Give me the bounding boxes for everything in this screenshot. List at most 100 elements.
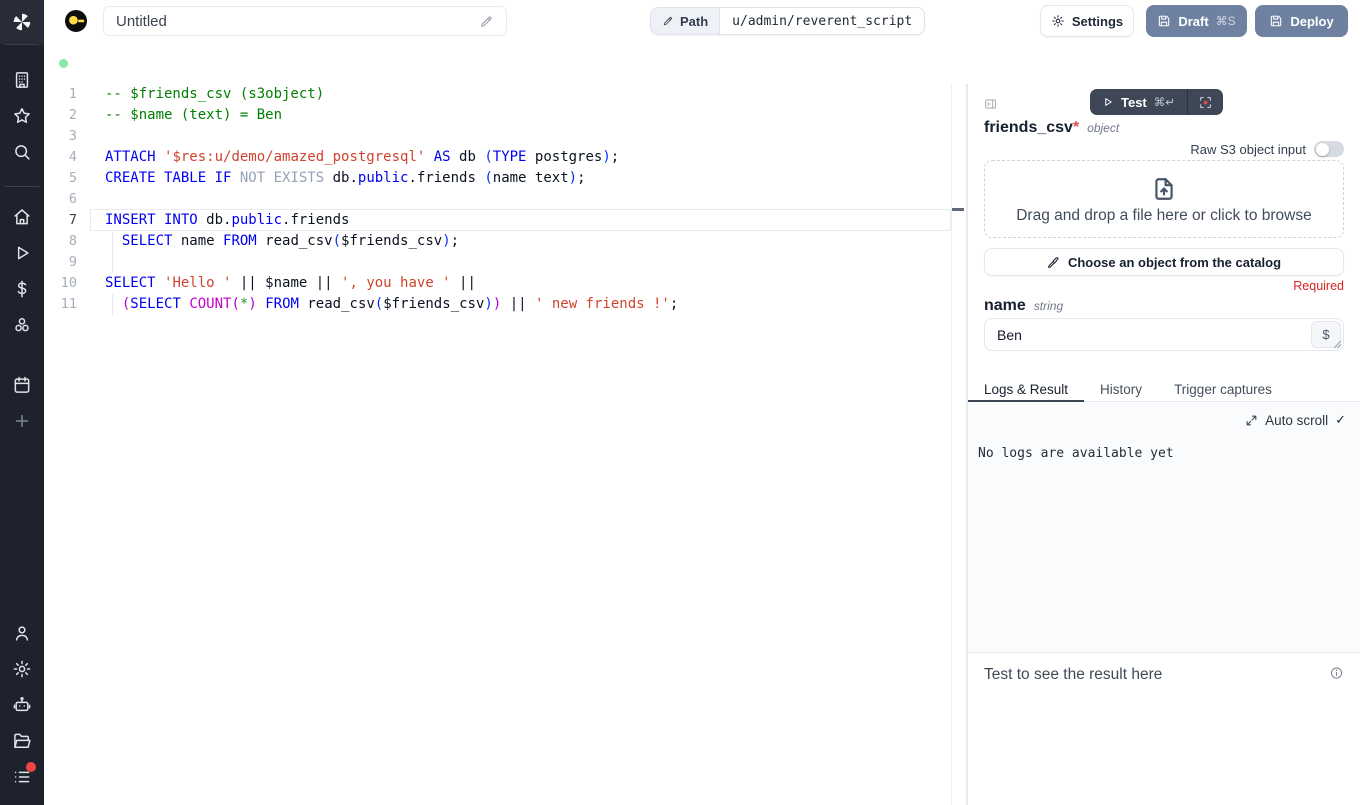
line-number: 9 — [44, 252, 90, 273]
sidebar-divider — [5, 44, 39, 45]
path-edit-button[interactable]: Path — [651, 8, 720, 34]
draft-shortcut: ⌘S — [1216, 14, 1236, 28]
expand-icon[interactable] — [1245, 414, 1258, 427]
arg-type: object — [1087, 121, 1119, 135]
notification-badge — [26, 762, 36, 772]
pencil-icon — [662, 15, 674, 27]
file-dropzone[interactable]: Drag and drop a file here or click to br… — [984, 160, 1344, 238]
overview-ruler — [951, 84, 952, 805]
path-editor[interactable]: Path u/admin/reverent_script — [650, 7, 925, 35]
duckdb-language-icon — [64, 9, 88, 33]
sidebar-item-folders--folder-icon[interactable] — [12, 731, 32, 751]
draft-button[interactable]: Draft ⌘S — [1146, 5, 1247, 37]
result-panel: Test to see the result here — [968, 652, 1360, 805]
check-icon[interactable]: ✓ — [1335, 412, 1346, 428]
arg-name: name — [984, 297, 1026, 314]
code-line-10: 10SELECT 'Hello ' || $name || ', you hav… — [44, 273, 966, 294]
arg-name-header: name string — [984, 297, 1063, 315]
topbar: Path u/admin/reverent_script Settings Dr… — [44, 0, 1360, 42]
line-number: 2 — [44, 105, 90, 126]
choose-object-button[interactable]: Choose an object from the catalog — [984, 248, 1344, 276]
sidebar-item-workspace--building-icon[interactable] — [12, 70, 32, 90]
draft-label: Draft — [1178, 14, 1208, 29]
sidebar-item-runs--play-icon[interactable] — [12, 243, 32, 263]
settings-label: Settings — [1072, 14, 1123, 29]
logs-empty-text: No logs are available yet — [978, 446, 1174, 461]
line-number: 7 — [44, 210, 90, 231]
resize-handle[interactable] — [1333, 340, 1342, 349]
code-editor[interactable]: 1-- $friends_csv (s3object)2-- $name (te… — [44, 84, 966, 805]
arg-friends-csv-header: friends_csv* object — [984, 119, 1119, 137]
save-icon — [1157, 14, 1171, 28]
settings-button[interactable]: Settings — [1040, 5, 1134, 37]
capture-run-button[interactable] — [1188, 89, 1223, 115]
status-dot — [59, 59, 68, 68]
pipette-icon — [1047, 256, 1060, 269]
script-editor-page: Path u/admin/reverent_script Settings Dr… — [0, 0, 1360, 805]
script-title-input[interactable] — [116, 13, 479, 30]
choose-object-label: Choose an object from the catalog — [1068, 255, 1281, 270]
info-icon[interactable] — [1329, 665, 1344, 680]
sidebar-item-audit-logs--list-icon[interactable] — [12, 767, 32, 787]
line-number: 1 — [44, 84, 90, 105]
raw-s3-label: Raw S3 object input — [1190, 142, 1306, 157]
save-icon — [1269, 14, 1283, 28]
sidebar-item-search--search-icon[interactable] — [12, 142, 32, 162]
code-line-6: 6 — [44, 189, 966, 210]
code-line-3: 3 — [44, 126, 966, 147]
sidebar-item-home--home-icon[interactable] — [12, 207, 32, 227]
deploy-label: Deploy — [1290, 14, 1333, 29]
sidebar-item-account--user-icon[interactable] — [12, 623, 32, 643]
code-line-7: 7INSERT INTO db.public.friends — [44, 210, 966, 231]
tab-trigger-captures[interactable]: Trigger captures — [1158, 378, 1288, 401]
line-number: 3 — [44, 126, 90, 147]
indent-guide — [112, 231, 113, 273]
required-hint: Required — [1293, 279, 1344, 293]
name-field[interactable] — [985, 319, 1303, 350]
sidebar-item-resources--cluster-icon[interactable] — [12, 315, 32, 335]
sidebar-item-favorites--star-icon[interactable] — [12, 106, 32, 126]
autoscroll-control[interactable]: Auto scroll ✓ — [1245, 412, 1346, 428]
sidebar-item-workers--robot-icon[interactable] — [12, 695, 32, 715]
test-button-group: Test ⌘↵ — [1090, 89, 1223, 115]
capture-icon — [1198, 95, 1213, 110]
raw-s3-toggle[interactable] — [1314, 141, 1344, 157]
edit-title-icon[interactable] — [479, 14, 494, 29]
tab-logs-result[interactable]: Logs & Result — [968, 378, 1084, 401]
sidebar-item-workspace-settings--gear-icon[interactable] — [12, 659, 32, 679]
code-line-4: 4ATTACH '$res:u/demo/amazed_postgresql' … — [44, 147, 966, 168]
line-number: 8 — [44, 231, 90, 252]
windmill-logo-icon[interactable] — [11, 11, 33, 33]
raw-s3-row: Raw S3 object input — [1190, 141, 1344, 157]
file-upload-icon — [1151, 176, 1177, 202]
path-value: u/admin/reverent_script — [720, 8, 924, 34]
autoscroll-label: Auto scroll — [1265, 413, 1328, 428]
script-title-box[interactable] — [103, 6, 507, 36]
panel-tabs: Logs & ResultHistoryTrigger captures — [968, 378, 1360, 402]
sidebar-item-variables--dollar-icon[interactable] — [12, 279, 32, 299]
arg-name: friends_csv — [984, 119, 1073, 136]
code-line-8: 8 SELECT name FROM read_csv($friends_csv… — [44, 231, 966, 252]
code-line-2: 2-- $name (text) = Ben — [44, 105, 966, 126]
code-line-11: 11 (SELECT COUNT(*) FROM read_csv($frien… — [44, 294, 966, 315]
code-line-5: 5CREATE TABLE IF NOT EXISTS db.public.fr… — [44, 168, 966, 189]
test-button[interactable]: Test ⌘↵ — [1090, 89, 1187, 115]
play-icon — [1102, 96, 1114, 108]
tab-history[interactable]: History — [1084, 378, 1158, 401]
path-label: Path — [680, 14, 708, 29]
test-label: Test — [1121, 95, 1147, 110]
sidebar-item-schedules--calendar-icon[interactable] — [12, 375, 32, 395]
sidebar — [0, 0, 44, 805]
sidebar-item-add--plus-icon[interactable] — [12, 411, 32, 431]
line-number: 5 — [44, 168, 90, 189]
gear-icon — [1051, 14, 1065, 28]
test-shortcut: ⌘↵ — [1154, 95, 1175, 109]
required-asterisk: * — [1073, 119, 1079, 136]
run-panel: Test ⌘↵ friends_csv* object Raw S3 objec… — [968, 84, 1360, 805]
line-number: 6 — [44, 189, 90, 210]
name-field-wrapper: $ — [984, 318, 1344, 351]
collapse-panel-icon[interactable] — [983, 97, 998, 111]
code-line-9: 9 — [44, 252, 966, 273]
deploy-button[interactable]: Deploy — [1255, 5, 1348, 37]
result-placeholder: Test to see the result here — [984, 665, 1162, 684]
